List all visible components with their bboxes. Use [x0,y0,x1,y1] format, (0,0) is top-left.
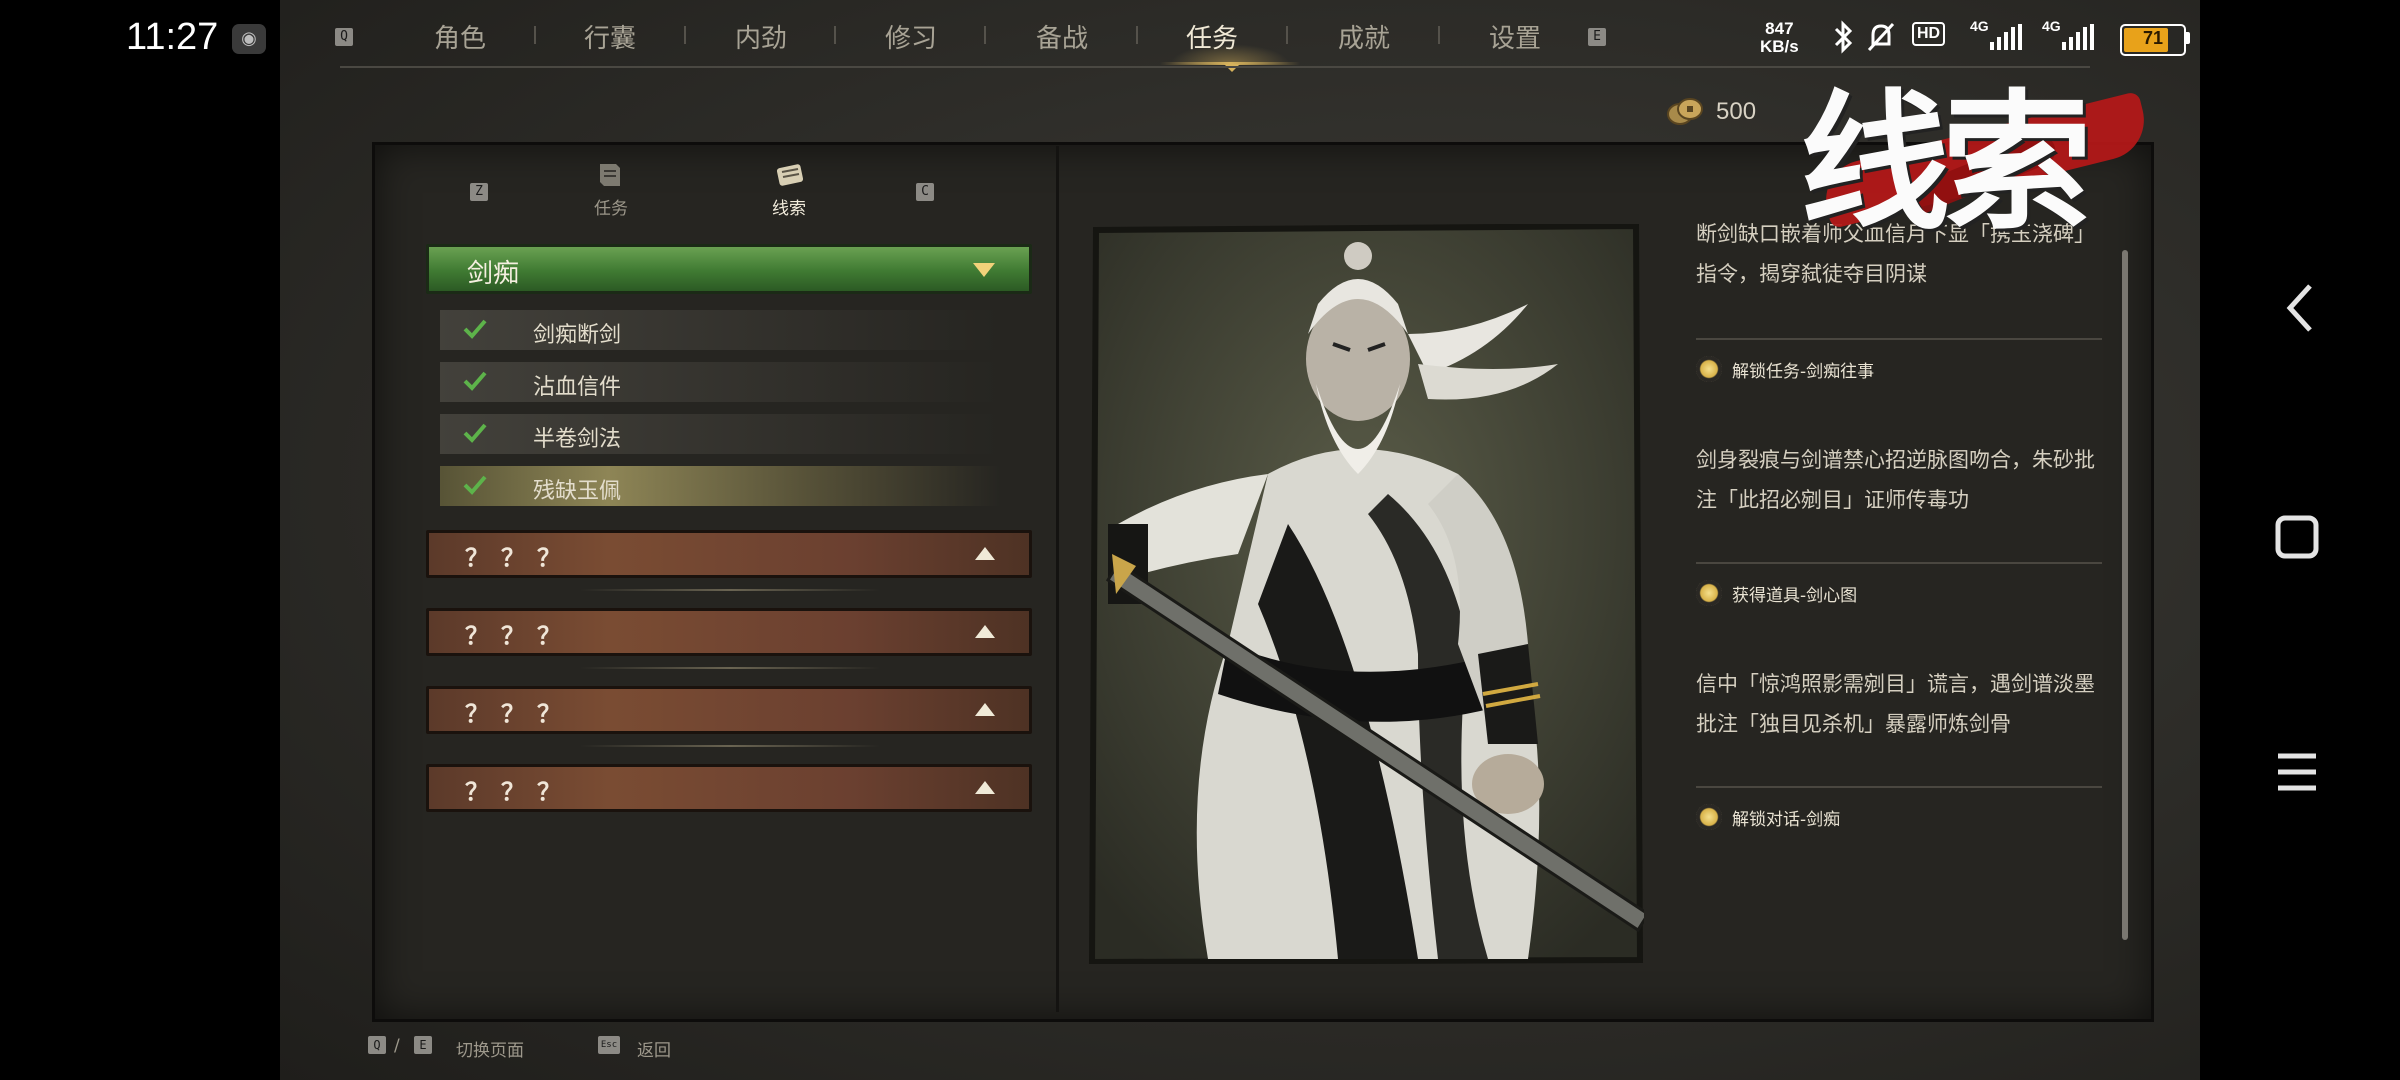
clue-item-label: 剑痴断剑 [533,323,622,348]
check-icon [463,371,487,391]
coin-icon [1667,98,1703,125]
clue-scroll-icon[interactable] [774,160,806,190]
clue-item[interactable]: 沾血信件 [440,362,1000,402]
section-divider [1696,562,2102,564]
clue-item[interactable]: 半卷剑法 [440,414,1000,454]
check-icon [463,319,487,339]
reward-label: 解锁任务-剑痴往事 [1732,362,1875,382]
nav-separator [984,26,986,44]
back-icon[interactable] [2280,280,2320,336]
nav-prev-key-hint[interactable]: Q [335,28,353,46]
tab-preparation[interactable]: 备战 [1036,18,1088,55]
panel-divider [1056,146,1059,1012]
nav-separator [684,26,686,44]
reward-label: 解锁对话-剑痴 [1732,810,1841,830]
group-separator [580,745,880,747]
clue-item-label: 残缺玉佩 [533,479,622,504]
nav-next-key-hint[interactable]: E [1588,28,1606,46]
home-icon[interactable] [2274,514,2320,560]
android-nav-bar [2200,0,2400,1080]
locked-clue-group[interactable]: ？？？ [426,530,1032,578]
subtab-clues[interactable]: 线索 [772,194,806,219]
nav-separator [534,26,536,44]
status-bar-left: 11:27 ◉ [0,0,280,1080]
section-title: 线索 [1800,75,2092,251]
group-separator [580,667,880,669]
key-hint-e: E [414,1036,432,1054]
tab-achievements[interactable]: 成就 [1338,18,1390,55]
expand-triangle-icon [975,703,995,716]
locked-group-label: ？？？ [465,699,573,728]
tab-inner-power[interactable]: 内劲 [735,18,787,55]
tab-training[interactable]: 修习 [885,18,937,55]
quest-scroll-icon[interactable] [594,160,626,190]
subtab-quests[interactable]: 任务 [594,194,628,219]
expand-triangle-icon [975,781,995,794]
clue-item-label: 沾血信件 [533,375,622,400]
clue-group-title: 剑痴 [467,259,520,289]
clue-item-selected[interactable]: 残缺玉佩 [440,466,1000,506]
switch-page-hint[interactable]: 切换页面 [456,1036,524,1061]
back-hint[interactable]: 返回 [637,1036,671,1061]
currency-amount: 500 [1716,98,1757,125]
collapse-triangle-icon [973,263,995,277]
clue-group-header[interactable]: 剑痴 [426,244,1032,294]
key-hint-slash: / [394,1036,400,1056]
locked-clue-group[interactable]: ？？？ [426,686,1032,734]
key-hint-q: Q [368,1036,386,1054]
swordsman-portrait [1088,224,1644,964]
reward-label: 获得道具-剑心图 [1732,586,1858,606]
section-divider [1696,786,2102,788]
check-icon [463,423,487,443]
section-divider [1696,338,2102,340]
tab-settings[interactable]: 设置 [1489,18,1541,55]
clue-item-label: 半卷剑法 [533,427,622,452]
group-separator [580,589,880,591]
locked-clue-group[interactable]: ？？？ [426,608,1032,656]
reward-bullet-icon [1696,580,1722,606]
reward-bullet-icon [1696,356,1722,382]
locked-group-label: ？？？ [465,543,573,572]
wechat-notification-icon: ◉ [232,24,266,54]
nav-separator [834,26,836,44]
clue-description-2: 剑身裂痕与剑谱禁心招逆脉图吻合，朱砂批注「此招必剜目」证师传毒功 [1696,448,2095,512]
tab-character[interactable]: 角色 [434,18,486,55]
expand-triangle-icon [975,625,995,638]
game-screen: Q 角色 行囊 内劲 修习 备战 任务 成就 设置 E 847 KB/s HD [280,0,2200,1080]
clue-item[interactable]: 剑痴断剑 [440,310,1000,350]
key-hint-esc: Esc [598,1036,620,1054]
locked-clue-group[interactable]: ？？？ [426,764,1032,812]
subtab-next-key-hint[interactable]: C [916,183,934,201]
expand-triangle-icon [975,547,995,560]
nav-separator [1136,26,1138,44]
check-icon [463,475,487,495]
reward-bullet-icon [1696,804,1722,830]
nav-separator [1286,26,1288,44]
clue-description-3: 信中「惊鸿照影需剜目」谎言，遇剑谱淡墨批注「独目见杀机」暴露师炼剑骨 [1696,672,2095,736]
locked-group-label: ？？？ [465,621,573,650]
status-time: 11:27 [126,16,219,58]
subtab-prev-key-hint[interactable]: Z [470,183,488,201]
tab-quests[interactable]: 任务 [1186,18,1238,55]
recents-menu-icon[interactable] [2274,750,2320,794]
nav-separator [1438,26,1440,44]
locked-group-label: ？？？ [465,777,573,806]
section-title-overlay: 线索 [1780,30,2220,251]
tab-inventory[interactable]: 行囊 [584,18,636,55]
details-scrollbar[interactable] [2122,250,2128,940]
